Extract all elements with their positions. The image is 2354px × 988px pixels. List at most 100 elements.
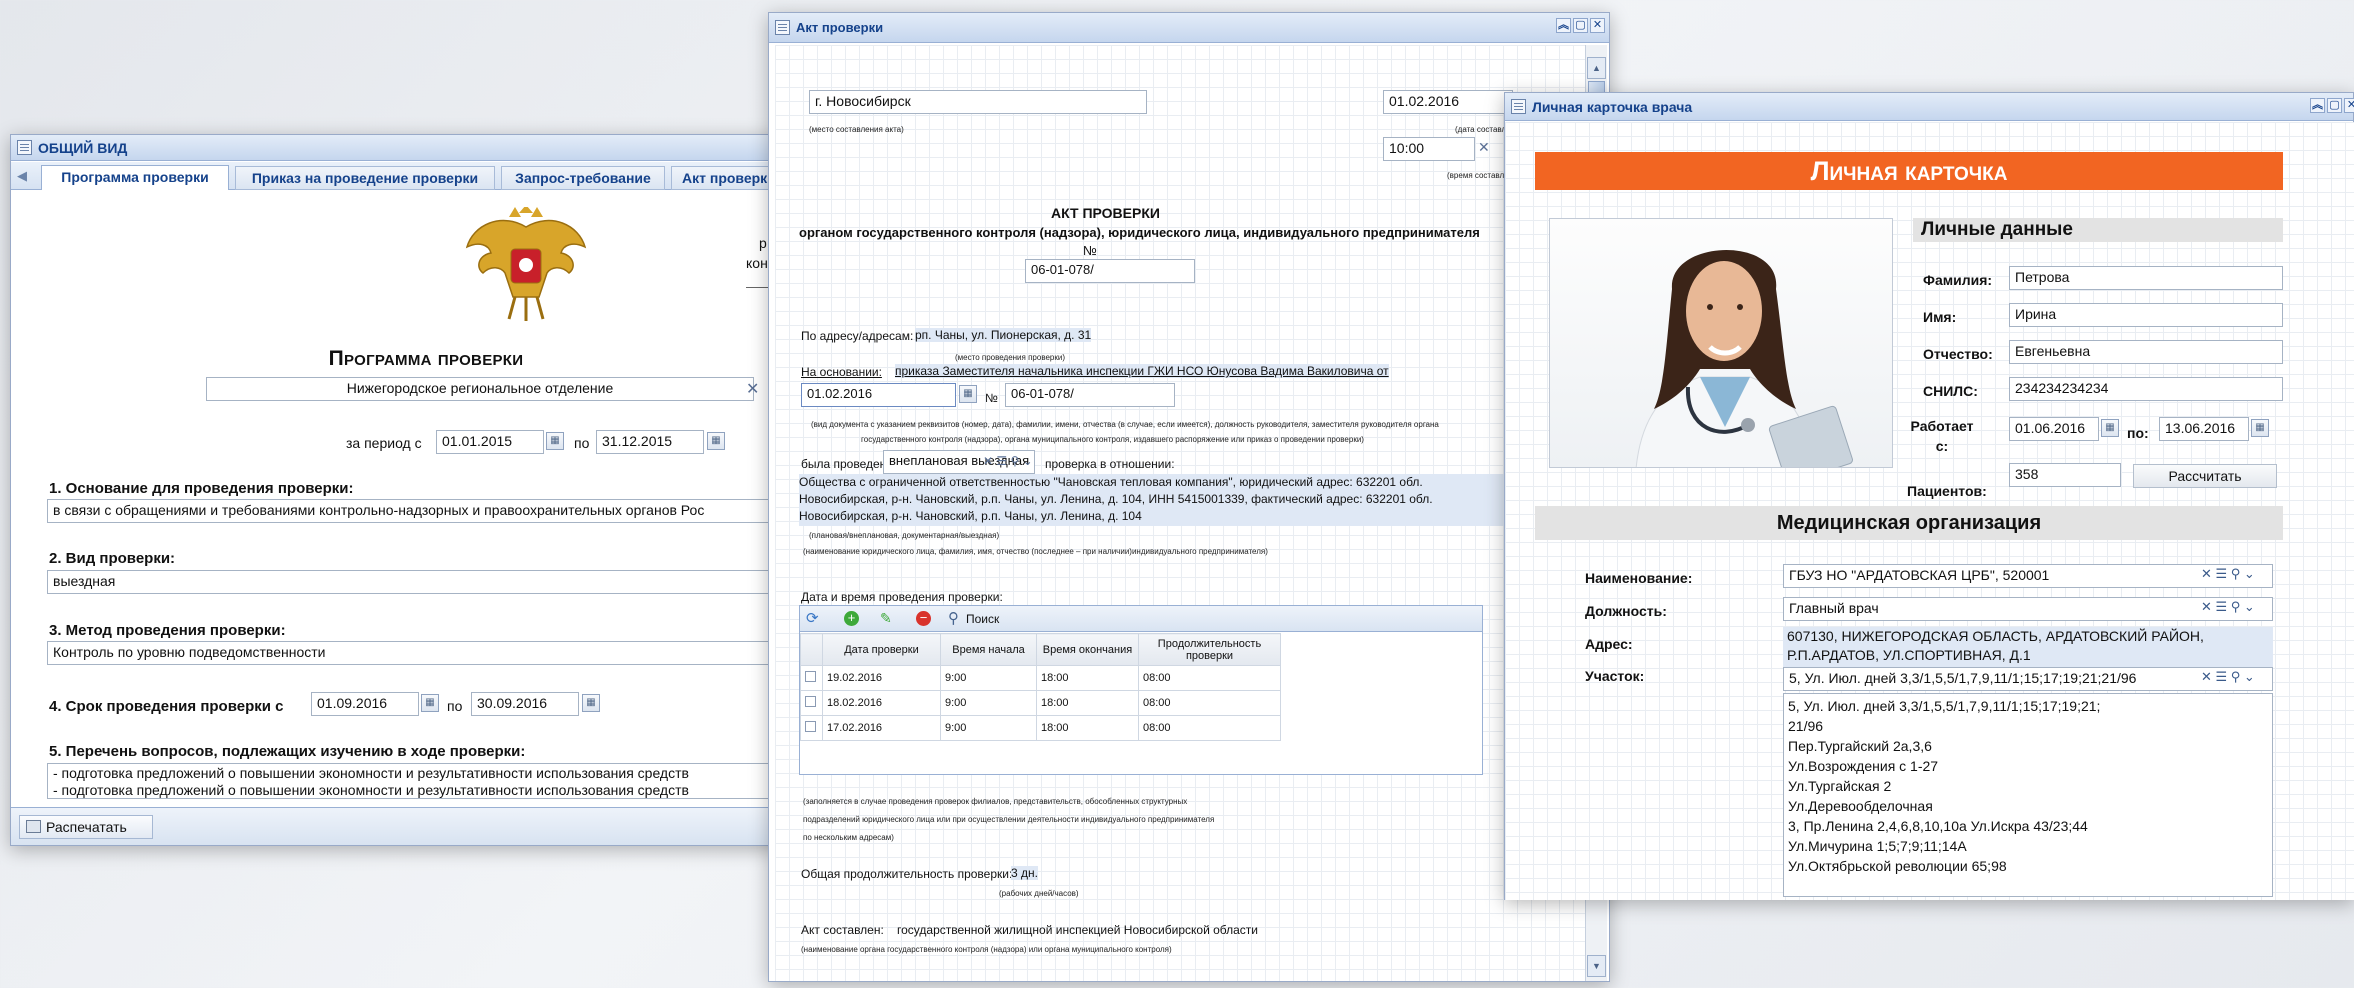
tab-scroll-left-icon[interactable]: ◀ — [17, 168, 27, 184]
tab-request[interactable]: Запрос-требование — [501, 166, 665, 190]
plot-list[interactable]: 5, Ул. Июл. дней 3,3/1,5,5/1,7,9,11/1;15… — [1783, 693, 2273, 897]
table-row[interactable]: 18.02.2016 9:00 18:00 08:00 — [800, 690, 1281, 716]
plot-trigger-icons[interactable]: ✕ ☰ ⚲ ⌄ — [2201, 669, 2255, 685]
patronymic-label: Отчество: — [1923, 346, 1993, 362]
surname-field[interactable]: Петрова — [2009, 266, 2283, 290]
grid-toolbar: ⟳ + ✎ − ⚲ Поиск — [800, 606, 1482, 632]
snils-field[interactable]: 234234234234 — [2009, 377, 2283, 401]
duration-value[interactable]: 3 дн. — [1011, 866, 1038, 880]
patients-field[interactable]: 358 — [2009, 463, 2121, 487]
patronymic-field[interactable]: Евгеньевна — [2009, 340, 2283, 364]
works-to-calendar-icon[interactable]: ▦ — [2251, 419, 2269, 437]
note-line3: по нескольким адресам) — [803, 833, 894, 842]
plot-label: Участок: — [1585, 668, 1645, 684]
window-titlebar[interactable]: ОБЩИЙ ВИД — [11, 135, 779, 161]
right-fragment-1: р — [759, 235, 767, 251]
add-icon[interactable]: + — [844, 611, 859, 626]
right-fragment-2: кон — [746, 255, 768, 271]
row-checkbox[interactable] — [800, 690, 823, 716]
calculate-button[interactable]: Рассчитать — [2133, 464, 2277, 488]
period-from-field[interactable]: 01.01.2015 — [436, 430, 544, 454]
table-row[interactable]: 19.02.2016 9:00 18:00 08:00 — [800, 665, 1281, 691]
plot-list-item: Ул.Мичурина 1;5;7;9;11;14А — [1788, 838, 1967, 854]
plot-list-item: 21/96 — [1788, 718, 1824, 734]
name-field[interactable]: Ирина — [2009, 303, 2283, 327]
section5-field[interactable]: - подготовка предложений о повышении эко… — [47, 763, 781, 799]
subject-caption-1: (плановая/внеплановая, документарная/вые… — [809, 531, 1000, 540]
edit-icon[interactable]: ✎ — [880, 610, 892, 627]
collapse-icon[interactable]: ︽ — [2310, 98, 2325, 113]
position-trigger-icons[interactable]: ✕ ☰ ⚲ ⌄ — [2201, 599, 2255, 615]
cell-start: 9:00 — [940, 715, 1037, 741]
position-field[interactable]: Главный врач — [1783, 597, 2273, 621]
close-icon[interactable]: ✕ — [2344, 98, 2354, 113]
tab-program[interactable]: Программа проверки — [41, 165, 229, 190]
clear-org-icon[interactable]: ✕ — [746, 379, 759, 399]
section3-label: 3. Метод проведения проверки: — [49, 622, 286, 639]
row-checkbox[interactable] — [800, 715, 823, 741]
duration-label: Общая продолжительность проверки: — [801, 867, 1013, 881]
section2-field[interactable]: выездная — [47, 570, 781, 594]
section4-from-calendar-icon[interactable]: ▦ — [421, 694, 439, 712]
period-to-calendar-icon[interactable]: ▦ — [707, 432, 725, 450]
row-checkbox[interactable] — [800, 665, 823, 691]
section4-from-field[interactable]: 01.09.2016 — [311, 692, 419, 716]
datetime-table: Дата проверки Время начала Время окончан… — [800, 633, 1281, 741]
city-field[interactable]: г. Новосибирск — [809, 90, 1147, 114]
subject-line3: Новосибирская, р-н. Чановский, р.п. Чаны… — [799, 509, 1142, 523]
delete-icon[interactable]: − — [916, 611, 931, 626]
close-icon[interactable]: ✕ — [1590, 18, 1605, 33]
held-clear-icon[interactable]: ✕ ☰ ⚲ ⌄ — [983, 454, 1033, 468]
window-titlebar[interactable]: Личная карточка врача ︽ ▢ ✕ — [1505, 93, 2354, 121]
clear-time-icon[interactable]: ✕ — [1478, 139, 1490, 156]
section4-to-field[interactable]: 30.09.2016 — [471, 692, 579, 716]
plot-field[interactable]: 5, Ул. Июл. дней 3,3/1,5,5/1,7,9,11/1;15… — [1783, 667, 2273, 691]
act-window: Акт проверки ︽ ▢ ✕ г. Новосибирск (место с… — [768, 12, 1610, 982]
maximize-icon[interactable]: ▢ — [1573, 18, 1588, 33]
column-header-end[interactable]: Время окончания — [1036, 633, 1139, 666]
subject-block[interactable]: Общества с ограниченной ответственностью… — [799, 474, 1585, 526]
table-row[interactable]: 17.02.2016 9:00 18:00 08:00 — [800, 715, 1281, 741]
section3-field[interactable]: Контроль по уровню подведомственности — [47, 641, 781, 665]
card-banner: Личная карточка — [1535, 152, 2283, 190]
scroll-down-icon[interactable]: ▼ — [1587, 955, 1606, 977]
address-value[interactable]: рп. Чаны, ул. Пионерская, д. 31 — [915, 328, 1092, 342]
window-tools: ︽ ▢ ✕ — [2310, 98, 2354, 113]
collapse-icon[interactable]: ︽ — [1556, 18, 1571, 33]
period-from-calendar-icon[interactable]: ▦ — [546, 432, 564, 450]
plot-list-item: Пер.Тургайский 2а,3,6 — [1788, 738, 1932, 754]
org-name-field[interactable]: ГБУЗ НО "АРДАТОВСКАЯ ЦРБ", 520001 — [1783, 564, 2273, 588]
section5-label: 5. Перечень вопросов, подлежащих изучени… — [49, 743, 526, 760]
maximize-icon[interactable]: ▢ — [2327, 98, 2342, 113]
search-icon[interactable]: ⚲ — [948, 609, 959, 627]
basis-value[interactable]: приказа Заместителя начальника инспекции… — [895, 364, 1389, 378]
period-to-field[interactable]: 31.12.2015 — [596, 430, 704, 454]
basis-date-calendar-icon[interactable]: ▦ — [959, 385, 977, 403]
org-field[interactable]: Нижегородское региональное отделение — [206, 377, 754, 401]
column-header-duration[interactable]: Продолжительность проверки — [1138, 633, 1281, 666]
org-name-label: Наименование: — [1585, 570, 1693, 586]
tab-order[interactable]: Приказ на проведение проверки — [235, 166, 495, 190]
column-header-start[interactable]: Время начала — [940, 633, 1037, 666]
window-titlebar[interactable]: Акт проверки ︽ ▢ ✕ — [769, 13, 1609, 43]
works-from-field[interactable]: 01.06.2016 — [2009, 417, 2099, 441]
print-button[interactable]: Распечатать — [19, 815, 153, 839]
works-from-calendar-icon[interactable]: ▦ — [2101, 419, 2119, 437]
column-header-date[interactable]: Дата проверки — [822, 633, 941, 666]
scroll-up-icon[interactable]: ▲ — [1587, 57, 1606, 79]
search-label[interactable]: Поиск — [966, 612, 999, 626]
personal-data-header: Личные данные — [1913, 218, 2283, 242]
basis-date-field[interactable]: 01.02.2016 — [801, 383, 956, 407]
basis-number-field[interactable]: 06-01-078/ — [1005, 383, 1175, 407]
org-name-trigger-icons[interactable]: ✕ ☰ ⚲ ⌄ — [2201, 566, 2255, 582]
section1-field[interactable]: в связи с обращениями и требованиями кон… — [47, 499, 781, 523]
section4-to-calendar-icon[interactable]: ▦ — [582, 694, 600, 712]
time-field[interactable]: 10:00 — [1383, 137, 1475, 161]
date-field[interactable]: 01.02.2016 — [1383, 90, 1513, 114]
period-to-label: по — [574, 435, 590, 451]
act-number-field[interactable]: 06-01-078/ — [1025, 259, 1195, 283]
city-caption: (место составления акта) — [809, 125, 904, 134]
refresh-icon[interactable]: ⟳ — [806, 609, 819, 627]
works-to-field[interactable]: 13.06.2016 — [2159, 417, 2249, 441]
subject-caption-2: (наименование юридического лица, фамилия… — [803, 547, 1268, 556]
